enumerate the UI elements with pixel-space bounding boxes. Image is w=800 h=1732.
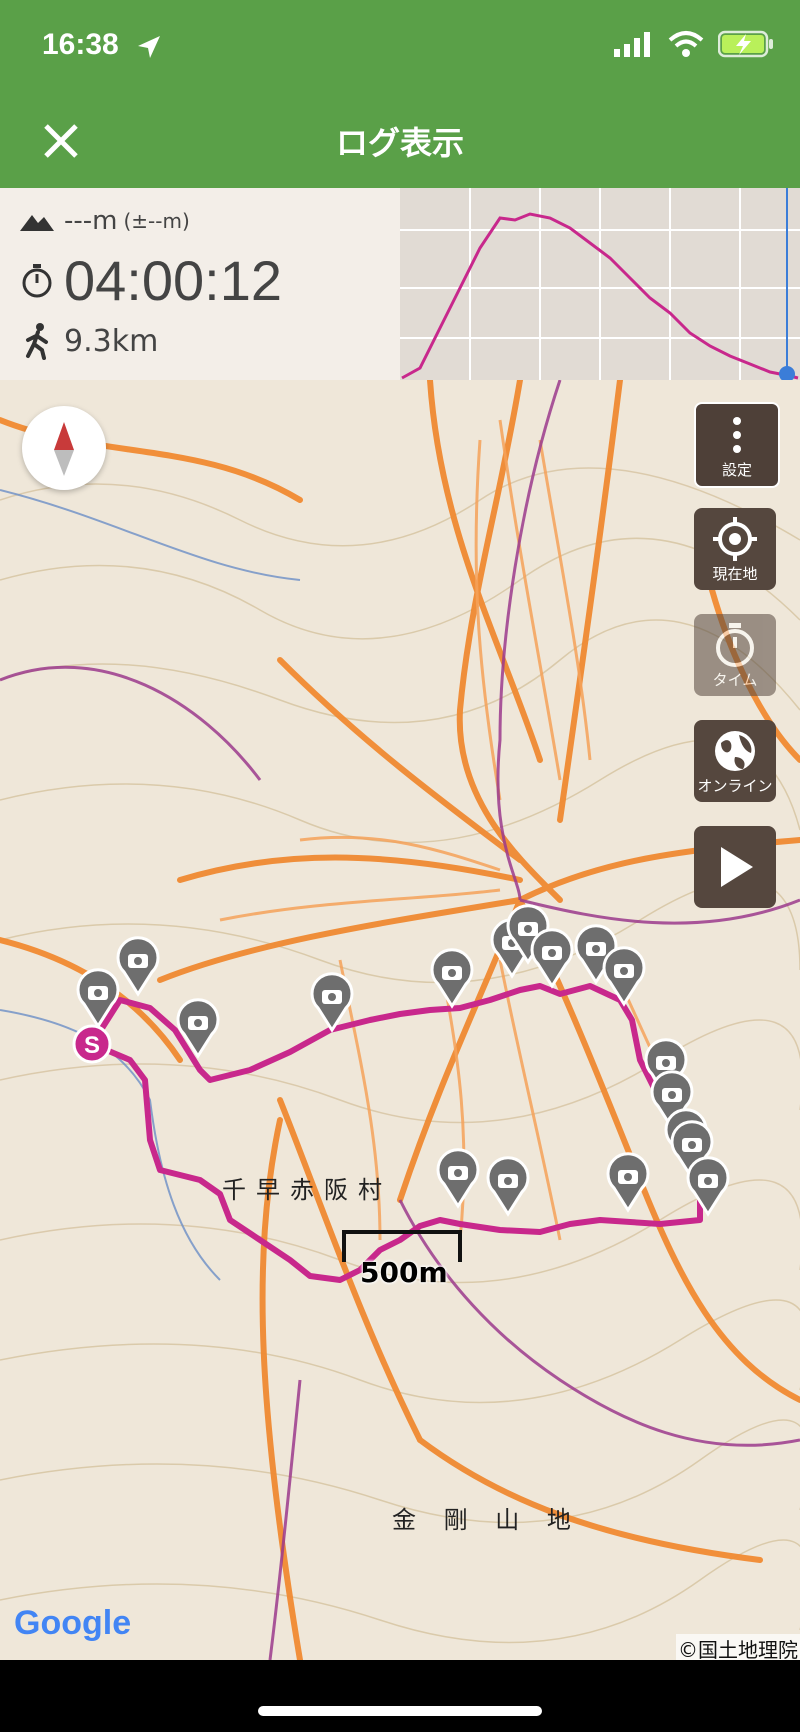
topographic-map: S xyxy=(0,380,800,1660)
location-target-icon xyxy=(713,517,757,561)
online-label: オンライン xyxy=(697,777,773,795)
time-button[interactable]: タイム xyxy=(694,614,776,696)
online-button[interactable]: オンライン xyxy=(694,720,776,802)
location-arrow-icon xyxy=(138,36,160,58)
settings-button[interactable]: 設定 xyxy=(694,402,780,488)
play-icon xyxy=(721,847,753,887)
start-marker-label: S xyxy=(84,1032,100,1059)
current-location-button[interactable]: 現在地 xyxy=(694,508,776,590)
mountain-icon xyxy=(20,215,54,231)
compass-button[interactable] xyxy=(22,406,106,490)
stats-panel: ---m (±--m) 04:00:12 9.3km xyxy=(0,188,400,380)
signal-icon xyxy=(614,32,650,57)
battery-charging-icon xyxy=(718,30,773,58)
stopwatch-icon xyxy=(716,623,754,667)
time-label: タイム xyxy=(712,671,758,689)
current-location-label: 現在地 xyxy=(712,565,758,583)
status-bar: 16:38 xyxy=(0,0,800,96)
google-logo-text: Google xyxy=(14,1604,132,1642)
altitude-delta: (±--m) xyxy=(123,209,190,233)
elevation-profile-chart[interactable] xyxy=(400,188,800,380)
altitude-stat: ---m (±--m) xyxy=(20,206,190,236)
map-view[interactable]: S 千早赤阪村 金 剛 山 地 500m 設定 現在地 タイム オンライン Go… xyxy=(0,380,800,1660)
app-header: ログ表示 xyxy=(0,96,800,188)
mountain-range-label: 金 剛 山 地 xyxy=(392,1506,581,1534)
status-icons xyxy=(614,30,774,58)
elevation-cursor[interactable] xyxy=(779,366,795,380)
page-title: ログ表示 xyxy=(335,124,464,162)
home-indicator[interactable] xyxy=(258,1706,542,1716)
duration-value: 04:00:12 xyxy=(64,249,282,312)
globe-icon xyxy=(715,731,755,771)
village-name: 千早赤阪村 xyxy=(222,1176,392,1204)
wifi-icon xyxy=(668,31,704,57)
settings-label: 設定 xyxy=(721,461,752,479)
distance-stat: 9.3km xyxy=(20,322,158,360)
compass-needle-icon xyxy=(54,422,74,476)
stopwatch-icon xyxy=(22,263,52,297)
status-time: 16:38 xyxy=(42,28,119,61)
more-vertical-icon xyxy=(733,417,741,453)
walking-person-icon xyxy=(26,323,48,360)
duration-stat: 04:00:12 xyxy=(20,248,282,313)
scale-label: 500m xyxy=(360,1256,448,1289)
map-credit: ©国土地理院 xyxy=(676,1634,800,1660)
distance-value: 9.3km xyxy=(64,323,159,359)
altitude-value: ---m xyxy=(64,206,118,236)
google-logo: Google xyxy=(14,1604,131,1643)
home-indicator-area xyxy=(0,1660,800,1732)
play-button[interactable] xyxy=(694,826,776,908)
